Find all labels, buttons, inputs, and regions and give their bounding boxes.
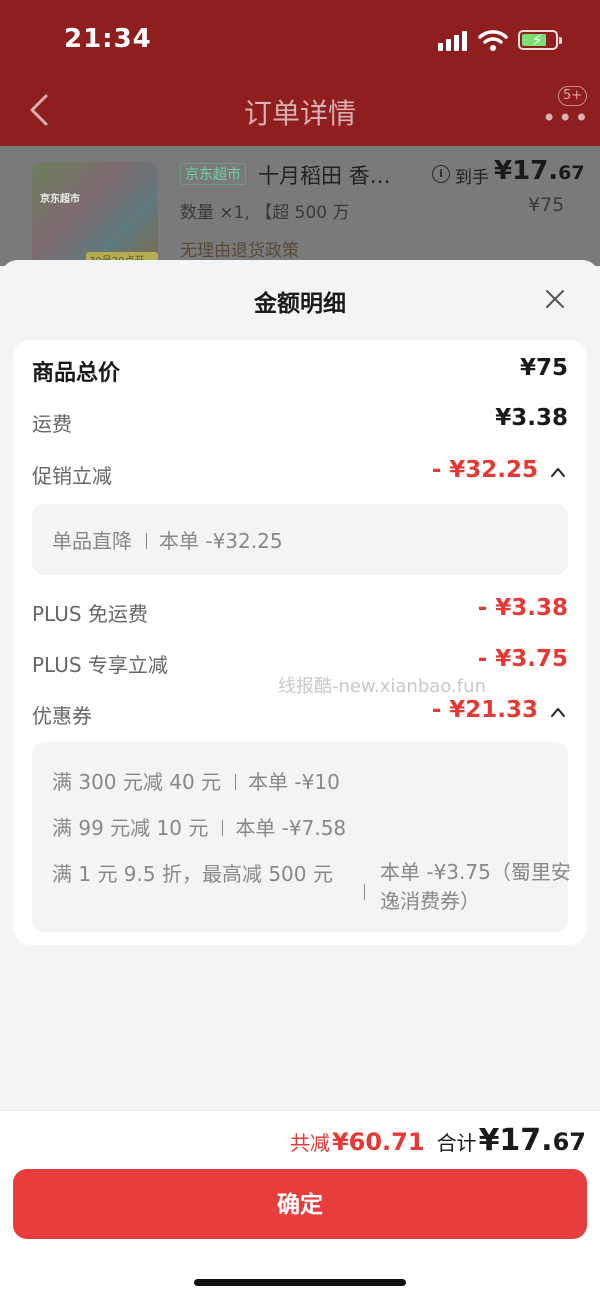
total-price-label: 商品总价	[32, 361, 121, 386]
product-thumbnail[interactable]: 京东超市 30号20点开抢!	[32, 162, 158, 266]
coupon-1-left: 满 300 元减 40 元	[52, 770, 222, 794]
total-label: 合计	[436, 1131, 477, 1155]
promo-detail-left: 单品直降	[52, 529, 132, 553]
plus-shipping-label: PLUS 免运费	[32, 602, 148, 626]
product-quantity: 数量 ×1, 【超 500 万	[180, 203, 350, 223]
background-order-page: 21:34 ⚡ 订单详情 ••• 5+ 京东超市 30号20点开抢!	[0, 0, 600, 300]
total-amount-int: ¥17.	[478, 1123, 553, 1158]
watermark: 线报酷-new.xianbao.fun	[278, 676, 486, 697]
shipping-value: ¥3.38	[495, 405, 568, 431]
nav-bar: 订单详情 ••• 5+	[0, 80, 600, 140]
total-amount-dec: 67	[552, 1128, 586, 1156]
promo-value: - ¥32.25	[431, 457, 538, 483]
plus-discount-label: PLUS 专享立减	[32, 653, 168, 677]
close-icon[interactable]	[542, 286, 568, 312]
coupon-detail-line: 满 300 元减 40 元 本单 -¥10	[52, 766, 340, 795]
coupon-2-left: 满 99 元减 10 元	[52, 816, 209, 840]
wifi-icon	[478, 30, 508, 51]
promo-detail-box: 单品直降 本单 -¥32.25	[32, 504, 568, 575]
shipping-label: 运费	[32, 412, 72, 436]
message-badge: 5+	[558, 86, 588, 106]
plus-shipping-value: - ¥3.38	[477, 595, 568, 621]
confirm-button[interactable]: 确定	[13, 1169, 587, 1239]
amount-card: 商品总价 ¥75 运费 ¥3.38 促销立减 - ¥32.25 单品直降本单 -…	[13, 340, 587, 945]
row-coupon[interactable]: 优惠券 - ¥21.33	[32, 694, 568, 734]
promo-label: 促销立减	[32, 464, 112, 488]
total-price-value: ¥75	[519, 355, 568, 381]
coupon-3-left: 满 1 元 9.5 折，最高减 500 元	[52, 862, 333, 886]
original-price: ¥75	[528, 194, 565, 216]
return-policy: 无理由退货政策	[180, 241, 299, 261]
coupon-3-right: 本单 -¥3.75（蜀里安逸消费券）	[380, 860, 571, 913]
status-time: 21:34	[64, 24, 152, 54]
promo-detail-line: 单品直降 本单 -¥32.25	[52, 525, 283, 554]
coupon-detail-line: 满 1 元 9.5 折，最高减 500 元 本单 -¥3.75（蜀里安逸消费券）	[52, 858, 571, 918]
page-title: 订单详情	[243, 97, 356, 130]
coupon-detail-line: 满 99 元减 10 元 本单 -¥7.58	[52, 812, 346, 841]
more-icon[interactable]: •••	[542, 104, 590, 132]
total-summary: 共减¥60.71 合计¥17.67	[290, 1123, 586, 1158]
coupon-1-right: 本单 -¥10	[248, 770, 340, 794]
promo-detail-right: 本单 -¥32.25	[159, 529, 283, 553]
info-icon[interactable]: i	[432, 165, 450, 183]
row-plus-shipping: PLUS 免运费 - ¥3.38	[32, 592, 568, 632]
thumbnail-label: 京东超市	[40, 194, 80, 205]
product-name[interactable]: 十月稻田 香…	[258, 160, 391, 190]
total-amount: ¥17.67	[479, 1123, 586, 1158]
row-promo[interactable]: 促销立减 - ¥32.25	[32, 454, 568, 494]
coupon-value: - ¥21.33	[431, 697, 538, 723]
coupon-label: 优惠券	[32, 704, 92, 728]
home-indicator	[194, 1279, 406, 1286]
chevron-up-icon[interactable]	[550, 466, 566, 478]
coupon-2-right: 本单 -¥7.58	[235, 816, 347, 840]
cellular-signal-icon	[438, 29, 470, 51]
store-tag: 京东超市	[180, 163, 246, 185]
final-price: ¥17.67	[494, 156, 585, 186]
sheet-footer: 共减¥60.71 合计¥17.67 确定	[0, 1110, 600, 1298]
saved-value: ¥60.71	[331, 1128, 425, 1156]
plus-discount-value: - ¥3.75	[477, 646, 568, 672]
status-bar: 21:34 ⚡	[0, 0, 600, 80]
chevron-up-icon[interactable]	[550, 706, 566, 718]
row-total-price: 商品总价 ¥75	[32, 352, 568, 392]
saved-label: 共减	[289, 1131, 330, 1155]
coupon-detail-box: 满 300 元减 40 元 本单 -¥10 满 99 元减 10 元 本单 -¥7.…	[32, 742, 571, 932]
row-shipping: 运费 ¥3.38	[32, 402, 568, 442]
product-card: 京东超市 30号20点开抢! 京东超市 十月稻田 香… 数量 ×1, 【超 50…	[0, 146, 600, 266]
sheet-title: 金额明细	[254, 291, 346, 317]
battery-icon: ⚡	[518, 30, 562, 50]
price-prefix: 到手	[455, 168, 489, 188]
final-price-dec: 67	[558, 162, 585, 184]
final-price-int: ¥17.	[494, 156, 559, 186]
